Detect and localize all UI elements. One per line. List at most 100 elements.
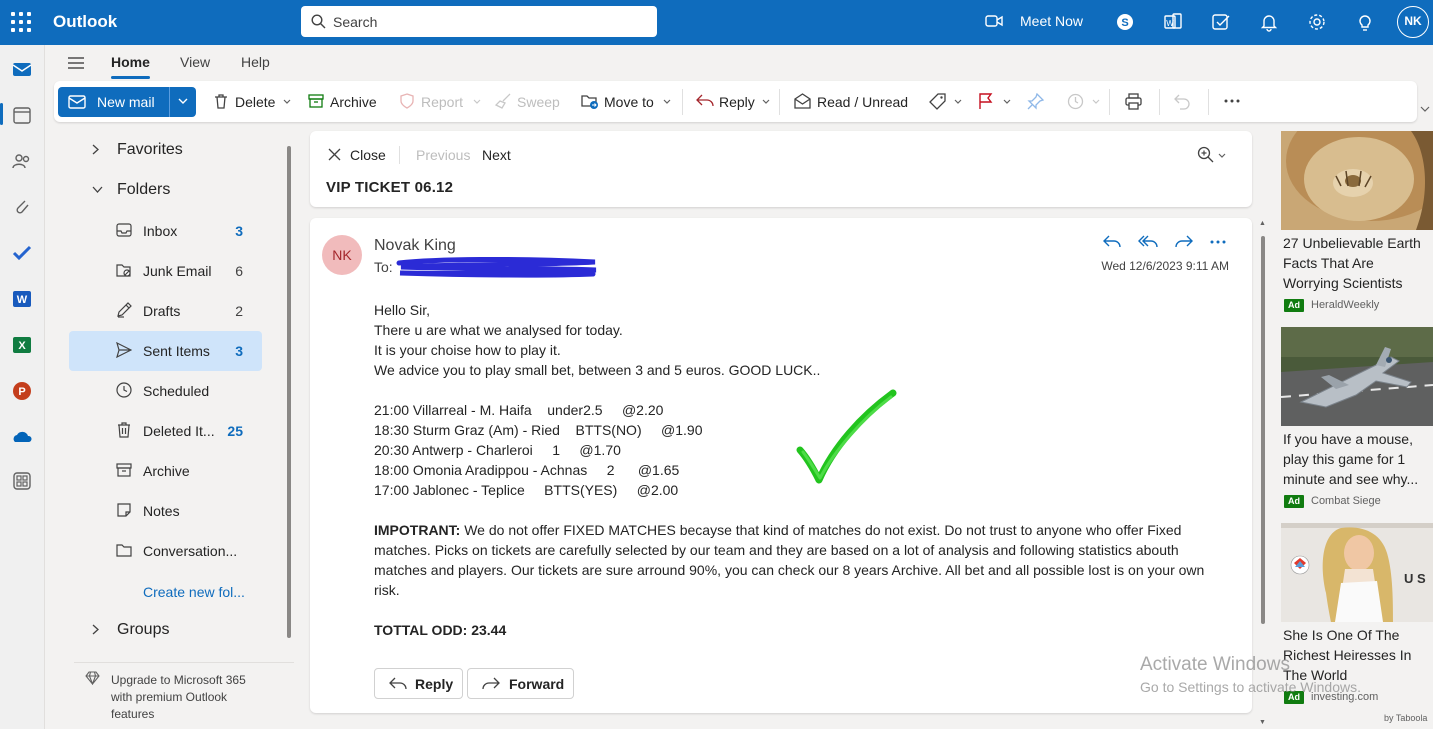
- next-button[interactable]: Next: [482, 147, 511, 163]
- powerpoint-icon[interactable]: P: [10, 379, 34, 403]
- close-icon[interactable]: [328, 148, 341, 161]
- bell-icon[interactable]: [1258, 11, 1280, 33]
- video-camera-icon[interactable]: [985, 13, 1003, 29]
- recipient-label: To:: [374, 259, 393, 275]
- tab-view[interactable]: View: [180, 54, 210, 70]
- reply-all-icon[interactable]: [1138, 234, 1158, 251]
- print-button[interactable]: [1125, 88, 1147, 116]
- mail-icon[interactable]: [10, 57, 34, 81]
- folder-notes[interactable]: Notes: [69, 491, 262, 531]
- folder-conversation-history[interactable]: Conversation...: [69, 531, 262, 571]
- chevron-right-icon[interactable]: [92, 624, 99, 635]
- my-day-icon[interactable]: [1210, 11, 1232, 33]
- tag-icon: [929, 93, 946, 110]
- sender-avatar[interactable]: NK: [322, 235, 362, 275]
- more-apps-icon[interactable]: [10, 469, 34, 493]
- app-launcher-icon[interactable]: [11, 12, 31, 32]
- ad-title[interactable]: If you have a mouse, play this game for …: [1283, 429, 1433, 489]
- flag-button[interactable]: [978, 88, 1014, 116]
- excel-icon[interactable]: X: [10, 333, 34, 357]
- scroll-up-arrow-icon[interactable]: ▲: [1259, 220, 1266, 227]
- create-new-folder-link[interactable]: Create new fol...: [143, 584, 245, 600]
- inbox-icon: [116, 223, 132, 237]
- search-input[interactable]: Search: [301, 6, 657, 37]
- taboola-credit[interactable]: by Taboola: [1384, 713, 1427, 723]
- tab-home[interactable]: Home: [111, 54, 150, 79]
- ad-image-jet[interactable]: [1281, 327, 1433, 426]
- ad-source[interactable]: Combat Siege: [1311, 495, 1381, 507]
- body-line: We advice you to play small bet, between…: [374, 362, 821, 378]
- close-button[interactable]: Close: [350, 147, 386, 163]
- move-to-button[interactable]: Move to: [581, 88, 677, 116]
- forward-icon[interactable]: [1174, 234, 1194, 251]
- people-icon[interactable]: [10, 149, 34, 173]
- folder-pane-scrollbar[interactable]: [287, 146, 291, 638]
- reply-toolbar-button[interactable]: Reply: [696, 88, 774, 116]
- ad-image-person[interactable]: U S: [1281, 523, 1433, 622]
- more-options-button[interactable]: [1224, 88, 1246, 116]
- report-button[interactable]: Report: [399, 88, 483, 116]
- lightbulb-icon[interactable]: [1354, 11, 1376, 33]
- folder-archive[interactable]: Archive: [69, 451, 262, 491]
- new-mail-main[interactable]: New mail: [58, 87, 169, 117]
- ribbon-collapse-chevron-icon[interactable]: [1420, 105, 1430, 116]
- groups-heading[interactable]: Groups: [117, 621, 169, 639]
- reply-button[interactable]: Reply: [374, 668, 463, 699]
- archive-button[interactable]: Archive: [308, 88, 388, 116]
- tab-help[interactable]: Help: [241, 54, 270, 70]
- search-icon: [311, 14, 326, 29]
- meet-now-button[interactable]: Meet Now: [1020, 13, 1083, 29]
- sweep-button[interactable]: Sweep: [495, 88, 565, 116]
- zoom-icon[interactable]: [1197, 146, 1227, 164]
- folder-scheduled[interactable]: Scheduled: [69, 371, 262, 411]
- previous-button[interactable]: Previous: [416, 147, 470, 163]
- calendar-icon[interactable]: [10, 103, 34, 127]
- folder-label: Drafts: [143, 303, 181, 319]
- scroll-down-arrow-icon[interactable]: ▼: [1259, 719, 1266, 726]
- ribbon-divider: [1208, 89, 1209, 115]
- ad-title[interactable]: She Is One Of The Richest Heiresses In T…: [1283, 625, 1433, 685]
- folder-sent-items[interactable]: Sent Items 3: [69, 331, 262, 371]
- folders-heading[interactable]: Folders: [117, 181, 170, 199]
- snooze-button[interactable]: [1067, 88, 1103, 116]
- gear-icon[interactable]: [1306, 11, 1328, 33]
- favorites-heading[interactable]: Favorites: [117, 141, 183, 159]
- tag-button[interactable]: [929, 88, 965, 116]
- hamburger-menu-icon[interactable]: [67, 55, 85, 71]
- chevron-down-icon: [663, 99, 671, 104]
- chevron-down-icon[interactable]: [92, 186, 103, 193]
- read-unread-button[interactable]: Read / Unread: [794, 88, 909, 116]
- ellipsis-icon[interactable]: [1210, 240, 1226, 244]
- drafts-icon: [117, 302, 132, 318]
- note-icon: [117, 503, 131, 517]
- attachment-icon[interactable]: [10, 195, 34, 219]
- folder-inbox[interactable]: Inbox 3: [69, 211, 262, 251]
- new-mail-label: New mail: [97, 94, 155, 110]
- folder-deleted-items[interactable]: Deleted It... 25: [69, 411, 262, 451]
- teams-icon[interactable]: W: [1162, 11, 1184, 33]
- pin-button[interactable]: [1027, 88, 1049, 116]
- folder-junk-email[interactable]: Junk Email 6: [69, 251, 262, 291]
- chevron-right-icon[interactable]: [92, 144, 99, 155]
- folder-label: Inbox: [143, 223, 178, 239]
- new-mail-button[interactable]: New mail: [58, 87, 196, 117]
- app-name[interactable]: Outlook: [53, 12, 117, 32]
- delete-button[interactable]: Delete: [213, 88, 293, 116]
- message-card: NK Novak King To: Wed 12/6/2023 9:11 AM …: [310, 218, 1252, 713]
- onedrive-icon[interactable]: [10, 425, 34, 449]
- undo-button[interactable]: [1174, 88, 1196, 116]
- ad-image-earth[interactable]: [1281, 131, 1433, 230]
- todo-icon[interactable]: [10, 241, 34, 265]
- reply-icon[interactable]: [1102, 234, 1122, 251]
- sender-name[interactable]: Novak King: [374, 237, 456, 255]
- upgrade-promo[interactable]: Upgrade to Microsoft 365 with premium Ou…: [111, 672, 261, 723]
- new-mail-dropdown[interactable]: [169, 87, 196, 117]
- ad-source[interactable]: HeraldWeekly: [1311, 299, 1379, 311]
- folder-drafts[interactable]: Drafts 2: [69, 291, 262, 331]
- skype-icon[interactable]: S: [1114, 11, 1136, 33]
- message-scrollbar[interactable]: [1261, 236, 1265, 624]
- ad-title[interactable]: 27 Unbelievable Earth Facts That Are Wor…: [1283, 233, 1433, 293]
- word-icon[interactable]: W: [10, 287, 34, 311]
- account-avatar[interactable]: NK: [1397, 6, 1429, 38]
- forward-button[interactable]: Forward: [467, 668, 574, 699]
